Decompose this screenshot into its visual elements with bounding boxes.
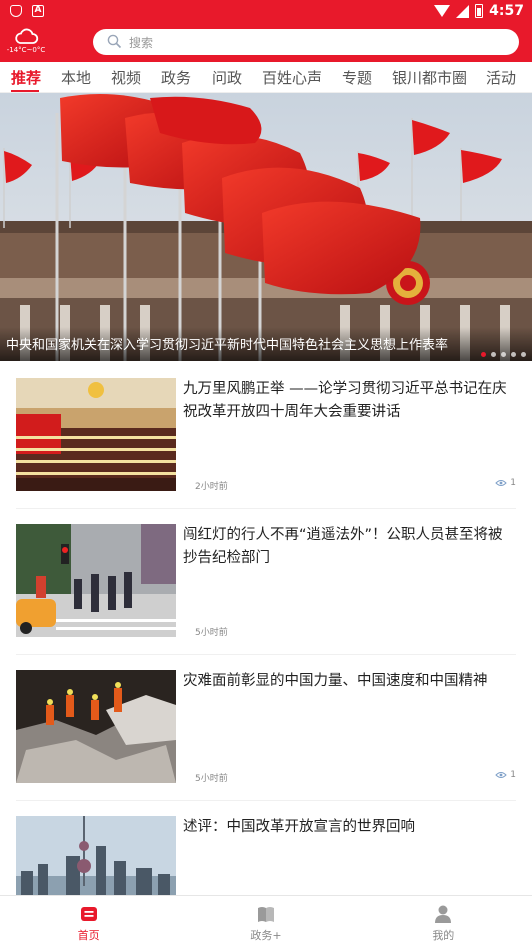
news-title: 灾难面前彰显的中国力量、中国速度和中国精神 bbox=[183, 673, 488, 689]
news-title: 九万里风鹏正举 ——论学习贯彻习近平总书记在庆祝改革开放四十周年大会重要讲话 bbox=[183, 381, 507, 420]
bottom-navigation: 首页 政务+ 我的 bbox=[0, 895, 532, 946]
divider bbox=[16, 508, 516, 509]
eye-icon bbox=[495, 772, 507, 778]
status-time: 4:57 bbox=[489, 3, 524, 19]
weather-widget[interactable]: -14°C~0°C bbox=[4, 26, 48, 54]
signal-icon bbox=[456, 4, 470, 18]
tab-video[interactable]: 视频 bbox=[111, 67, 141, 88]
book-icon bbox=[257, 907, 274, 922]
home-icon bbox=[80, 907, 97, 921]
battery-icon bbox=[475, 4, 484, 18]
news-item[interactable]: 述评：中国改革开放宣言的世界回响 bbox=[0, 816, 532, 895]
wifi-icon bbox=[434, 5, 451, 17]
tab-government[interactable]: 政务 bbox=[161, 67, 191, 88]
nav-home[interactable]: 首页 bbox=[0, 896, 177, 946]
hero-caption: 中央和国家机关在深入学习贯彻习近平新时代中国特色社会主义思想上作表率 bbox=[0, 327, 532, 361]
user-icon bbox=[435, 905, 452, 923]
category-tabs: 推荐 本地 视频 政务 问政 百姓心声 专题 银川都市圈 活动 bbox=[0, 62, 532, 93]
hero-banner[interactable]: 中央和国家机关在深入学习贯彻习近平新时代中国特色社会主义思想上作表率 bbox=[0, 93, 532, 361]
search-icon bbox=[107, 34, 122, 49]
nav-label: 首页 bbox=[77, 929, 100, 942]
cloud-icon bbox=[15, 28, 39, 44]
tab-recommend[interactable]: 推荐 bbox=[11, 67, 41, 88]
app-header: -14°C~0°C 搜索 bbox=[0, 24, 532, 62]
news-title: 述评：中国改革开放宣言的世界回响 bbox=[183, 819, 415, 835]
nav-profile[interactable]: 我的 bbox=[355, 896, 532, 946]
news-thumbnail bbox=[16, 524, 176, 637]
news-thumbnail bbox=[16, 670, 176, 783]
news-time: 5小时前 bbox=[195, 774, 228, 784]
news-thumbnail bbox=[16, 378, 176, 491]
divider bbox=[16, 654, 516, 655]
news-views: 1 bbox=[495, 770, 516, 780]
tab-public-voice[interactable]: 百姓心声 bbox=[262, 67, 322, 88]
hero-caption-text: 中央和国家机关在深入学习贯彻习近平新时代中国特色社会主义思想上作表率 bbox=[6, 338, 449, 353]
news-view-count: 1 bbox=[510, 770, 516, 780]
search-input[interactable]: 搜索 bbox=[93, 29, 519, 55]
tab-local[interactable]: 本地 bbox=[61, 67, 91, 88]
nav-government[interactable]: 政务+ bbox=[177, 896, 354, 946]
news-item[interactable]: 灾难面前彰显的中国力量、中国速度和中国精神 5小时前 1 bbox=[0, 670, 532, 816]
shield-icon bbox=[10, 5, 22, 17]
divider bbox=[16, 800, 516, 801]
nav-label: 我的 bbox=[432, 929, 455, 942]
tab-special[interactable]: 专题 bbox=[342, 67, 372, 88]
news-time: 5小时前 bbox=[195, 628, 228, 638]
hero-image bbox=[0, 93, 532, 361]
tab-indicator bbox=[11, 90, 39, 92]
status-bar: A 4:57 bbox=[0, 0, 532, 24]
news-item[interactable]: 闯红灯的行人不再“逍遥法外”！公职人员甚至将被抄告纪检部门 5小时前 bbox=[0, 524, 532, 670]
carousel-dot[interactable] bbox=[511, 352, 516, 357]
news-title: 闯红灯的行人不再“逍遥法外”！公职人员甚至将被抄告纪检部门 bbox=[183, 527, 503, 566]
eye-icon bbox=[495, 480, 507, 486]
carousel-dot[interactable] bbox=[481, 352, 486, 357]
news-views: 1 bbox=[495, 478, 516, 488]
news-thumbnail bbox=[16, 816, 176, 895]
news-view-count: 1 bbox=[510, 478, 516, 488]
carousel-dot[interactable] bbox=[501, 352, 506, 357]
news-time: 2小时前 bbox=[195, 482, 228, 492]
search-placeholder: 搜索 bbox=[129, 36, 154, 50]
news-item[interactable]: 九万里风鹏正举 ——论学习贯彻习近平总书记在庆祝改革开放四十周年大会重要讲话 2… bbox=[0, 378, 532, 524]
tab-yinchuan-metro[interactable]: 银川都市圈 bbox=[392, 67, 467, 88]
carousel-dot[interactable] bbox=[521, 352, 526, 357]
tab-events[interactable]: 活动 bbox=[486, 67, 516, 88]
tab-inquiry[interactable]: 问政 bbox=[212, 67, 242, 88]
notification-a-icon: A bbox=[32, 5, 44, 17]
carousel-dot[interactable] bbox=[491, 352, 496, 357]
nav-label: 政务+ bbox=[250, 929, 282, 942]
carousel-dots bbox=[481, 352, 526, 357]
temperature: -14°C~0°C bbox=[6, 46, 46, 54]
